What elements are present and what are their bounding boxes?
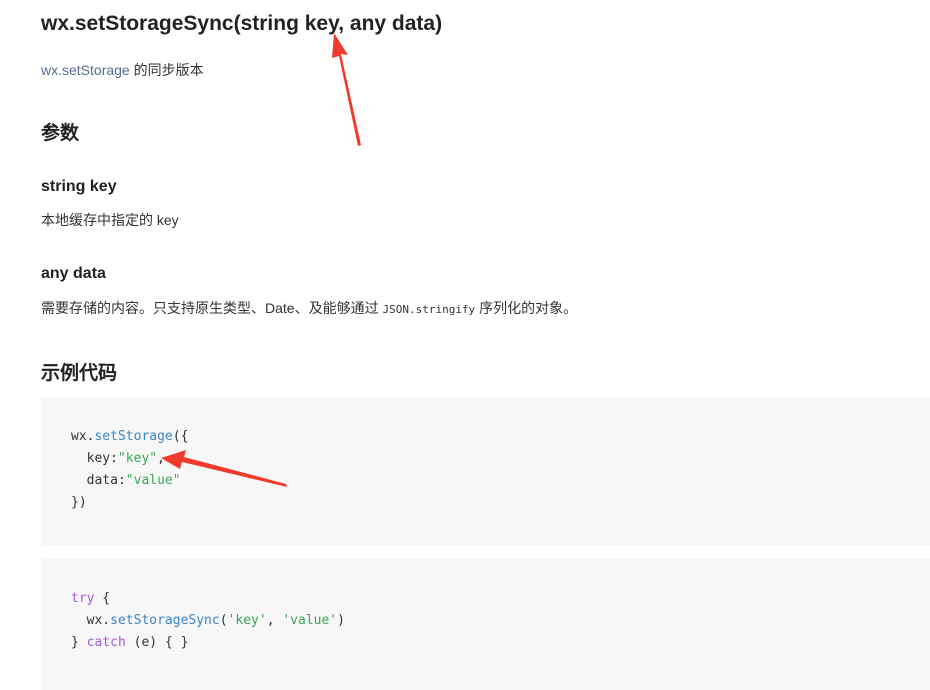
code-token: key: <box>71 451 118 466</box>
code-keyword: catch <box>86 635 126 650</box>
code-token: (e) { } <box>125 635 189 650</box>
param-data-desc-after: 序列化的对象。 <box>475 300 578 316</box>
api-title: wx.setStorageSync(string key, any data) <box>41 12 443 35</box>
inline-code-json-stringify: JSON.stringify <box>382 303 476 316</box>
code-token: ( <box>219 613 228 628</box>
param-data-desc: 需要存储的内容。只支持原生类型、Date、及能够通过 JSON.stringif… <box>41 298 577 318</box>
code-block-setstorage: wx.setStorage({ key:"key", data:"value" … <box>41 397 930 545</box>
code-token: , <box>266 613 283 628</box>
code-token: wx. <box>71 613 111 628</box>
code-string: "key" <box>117 451 158 466</box>
code-setstorage: wx.setStorage({ key:"key", data:"value" … <box>71 426 188 514</box>
code-string: 'key' <box>227 613 267 628</box>
annotation-arrow-title <box>332 33 361 146</box>
code-token: ({ <box>172 429 189 444</box>
code-function: setStorage <box>94 429 173 444</box>
param-data-name: any data <box>41 265 106 282</box>
param-data-desc-before: 需要存储的内容。只支持原生类型、Date、及能够通过 <box>41 300 383 316</box>
code-token: wx. <box>71 429 95 444</box>
code-token: }) <box>71 495 87 510</box>
code-string: 'value' <box>282 613 338 628</box>
description-text: 的同步版本 <box>129 62 204 78</box>
api-description: wx.setStorage 的同步版本 <box>41 60 204 80</box>
wx-setstorage-link[interactable]: wx.setStorage <box>41 62 130 78</box>
code-block-setstoragesync: try { wx.setStorageSync('key', 'value') … <box>41 559 930 690</box>
code-token: data: <box>71 473 126 488</box>
code-function: setStorageSync <box>110 613 220 628</box>
code-string: "value" <box>125 473 181 488</box>
example-heading: 示例代码 <box>41 363 118 384</box>
code-token: } <box>71 635 87 650</box>
param-key-desc: 本地缓存中指定的 key <box>41 212 179 228</box>
code-setstoragesync: try { wx.setStorageSync('key', 'value') … <box>71 588 345 654</box>
code-token: { <box>94 591 111 606</box>
code-token: ) <box>337 613 345 628</box>
code-token: , <box>157 451 165 466</box>
code-keyword: try <box>71 591 95 606</box>
params-heading: 参数 <box>41 123 80 144</box>
param-key-name: string key <box>41 178 117 195</box>
